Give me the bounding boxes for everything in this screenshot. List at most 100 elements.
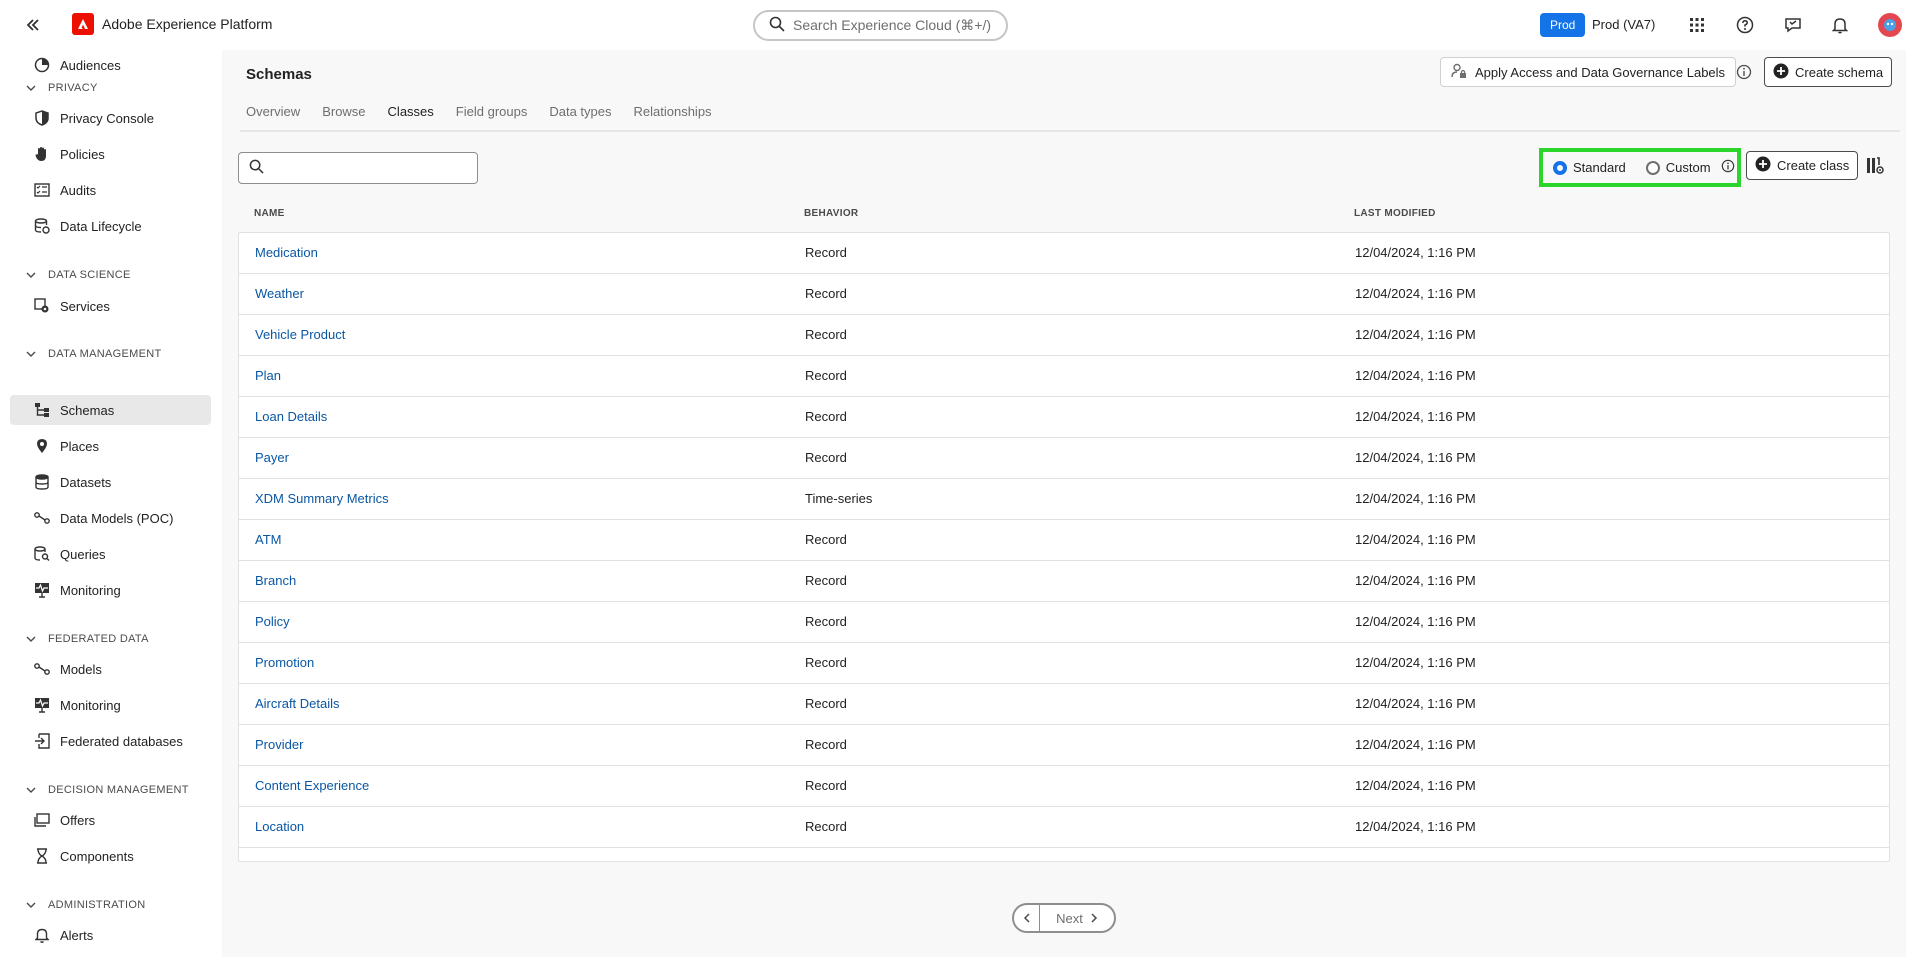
class-name-link[interactable]: ATM — [255, 520, 281, 560]
class-behavior: Record — [805, 286, 847, 301]
apply-labels-button[interactable]: Apply Access and Data Governance Labels — [1440, 57, 1737, 87]
create-class-label: Create class — [1777, 158, 1850, 173]
class-name-link[interactable]: Plan — [255, 356, 281, 396]
sidebar-item-data-models[interactable]: Data Models (POC) — [10, 503, 211, 533]
column-header-behavior[interactable]: BEHAVIOR — [804, 208, 858, 219]
info-icon[interactable] — [1736, 64, 1752, 83]
sidebar-item-label: Services — [60, 298, 110, 314]
sidebar-section-administration[interactable]: ADMINISTRATION — [26, 899, 146, 911]
table-row[interactable]: Loan Details Record 12/04/2024, 1:16 PM — [239, 397, 1889, 438]
class-name-link[interactable]: Location — [255, 807, 304, 847]
help-icon[interactable] — [1734, 14, 1756, 36]
table-row[interactable]: Policy Record 12/04/2024, 1:16 PM — [239, 602, 1889, 643]
class-search-input[interactable] — [272, 154, 477, 182]
sidebar-item-components[interactable]: Components — [10, 841, 211, 871]
sidebar-item-monitoring[interactable]: Monitoring — [10, 575, 211, 605]
env-label[interactable]: Prod (VA7) — [1592, 17, 1655, 32]
sidebar-section-decision-management[interactable]: DECISION MANAGEMENT — [26, 784, 189, 796]
sidebar-item-queries[interactable]: Queries — [10, 539, 211, 569]
table-row[interactable]: Aircraft Details Record 12/04/2024, 1:16 P… — [239, 684, 1889, 725]
class-name-link[interactable]: Provider — [255, 725, 303, 765]
sidebar-item-federated-monitoring[interactable]: Monitoring — [10, 690, 211, 720]
info-icon[interactable] — [1721, 159, 1735, 176]
user-avatar[interactable] — [1878, 13, 1902, 37]
create-schema-button[interactable]: Create schema — [1764, 57, 1893, 87]
column-settings-icon[interactable] — [1866, 157, 1884, 178]
table-row[interactable]: Medication Record 12/04/2024, 1:16 PM — [239, 233, 1889, 274]
sidebar-section-privacy[interactable]: PRIVACY — [26, 82, 98, 94]
sidebar-section-label: PRIVACY — [48, 82, 98, 94]
tab-overview[interactable]: Overview — [246, 104, 300, 132]
class-name-link[interactable]: Policy — [255, 602, 290, 642]
tab-field-groups[interactable]: Field groups — [456, 104, 528, 132]
sidebar-section-federated-data[interactable]: FEDERATED DATA — [26, 633, 149, 645]
class-name-link[interactable]: Loan Details — [255, 397, 327, 437]
collapse-sidebar-icon[interactable] — [22, 14, 44, 36]
table-row[interactable]: Branch Record 12/04/2024, 1:16 PM — [239, 561, 1889, 602]
schema-tabs: Overview Browse Classes Field groups Dat… — [246, 104, 734, 132]
table-row[interactable]: Provider Record 12/04/2024, 1:16 PM — [239, 725, 1889, 766]
class-name-link[interactable]: Branch — [255, 561, 296, 601]
tab-relationships[interactable]: Relationships — [634, 104, 712, 132]
top-bar: Adobe Experience Platform Search Experie… — [0, 0, 1920, 50]
apps-grid-icon[interactable] — [1686, 14, 1708, 36]
tab-classes[interactable]: Classes — [387, 104, 435, 132]
sidebar-item-privacy-console[interactable]: Privacy Console — [10, 103, 211, 133]
column-header-name[interactable]: NAME — [254, 208, 285, 219]
sidebar-item-audiences[interactable]: Audiences — [10, 50, 211, 80]
main-content: Schemas Apply Access and Data Governance… — [222, 50, 1906, 957]
global-search-input[interactable]: Search Experience Cloud (⌘+/) — [753, 10, 1008, 41]
standard-radio-label[interactable]: Standard — [1573, 160, 1626, 175]
sidebar-item-label: Offers — [60, 812, 96, 828]
table-row[interactable]: Payer Record 12/04/2024, 1:16 PM — [239, 438, 1889, 479]
class-search-field[interactable] — [238, 152, 478, 184]
previous-page-button[interactable] — [1014, 905, 1040, 931]
sidebar-item-federated-databases[interactable]: Federated databases — [10, 726, 211, 756]
table-row[interactable]: XDM Summary Metrics Time-series 12/04/2024… — [239, 479, 1889, 520]
create-class-button[interactable]: Create class — [1746, 151, 1859, 180]
table-row[interactable]: Promotion Record 12/04/2024, 1:16 PM — [239, 643, 1889, 684]
table-row[interactable]: Weather Record 12/04/2024, 1:16 PM — [239, 274, 1889, 315]
env-badge[interactable]: Prod — [1540, 13, 1586, 37]
class-behavior: Record — [805, 737, 847, 752]
app-brand[interactable]: Adobe Experience Platform — [72, 13, 272, 35]
sidebar-section-data-science[interactable]: DATA SCIENCE — [26, 269, 131, 281]
sidebar-item-label: Alerts — [60, 927, 94, 943]
class-type-filter: Standard Custom — [1539, 148, 1741, 187]
feedback-icon[interactable] — [1782, 14, 1804, 36]
custom-radio-label[interactable]: Custom — [1666, 160, 1711, 175]
standard-radio[interactable] — [1553, 160, 1567, 175]
table-row[interactable]: Content Experience Record 12/04/2024, 1:16… — [239, 766, 1889, 807]
class-name-link[interactable]: XDM Summary Metrics — [255, 479, 389, 519]
class-name-link[interactable]: Medication — [255, 233, 318, 273]
table-row[interactable]: ATM Record 12/04/2024, 1:16 PM — [239, 520, 1889, 561]
sidebar-item-schemas[interactable]: Schemas — [10, 395, 211, 425]
sidebar-item-datasets[interactable]: Datasets — [10, 467, 211, 497]
table-row[interactable]: Vehicle Product Record 12/04/2024, 1:16 PM — [239, 315, 1889, 356]
sidebar-item-alerts[interactable]: Alerts — [10, 920, 211, 950]
notifications-bell-icon[interactable] — [1829, 14, 1851, 36]
class-name-link[interactable]: Weather — [255, 274, 304, 314]
sidebar-item-offers[interactable]: Offers — [10, 805, 211, 835]
tab-browse[interactable]: Browse — [322, 104, 365, 132]
tab-data-types[interactable]: Data types — [549, 104, 611, 132]
sidebar-item-data-lifecycle[interactable]: Data Lifecycle — [10, 211, 211, 241]
sidebar-item-places[interactable]: Places — [10, 431, 211, 461]
custom-radio[interactable] — [1645, 160, 1660, 175]
class-name-link[interactable]: Vehicle Product — [255, 315, 345, 355]
column-header-last-modified[interactable]: LAST MODIFIED — [1354, 208, 1436, 219]
sidebar-item-audits[interactable]: Audits — [10, 175, 211, 205]
sidebar-section-data-management[interactable]: DATA MANAGEMENT — [26, 348, 162, 360]
table-row[interactable]: Location Record 12/04/2024, 1:16 PM — [239, 807, 1889, 848]
sidebar-item-label: Datasets — [60, 474, 112, 490]
search-icon — [769, 16, 785, 35]
class-name-link[interactable]: Aircraft Details — [255, 684, 340, 724]
sidebar-item-services[interactable]: Services — [10, 291, 211, 321]
class-name-link[interactable]: Payer — [255, 438, 289, 478]
next-page-button[interactable]: Next — [1040, 911, 1114, 926]
class-name-link[interactable]: Content Experience — [255, 766, 369, 806]
sidebar-item-policies[interactable]: Policies — [10, 139, 211, 169]
class-name-link[interactable]: Promotion — [255, 643, 314, 683]
table-row[interactable]: Plan Record 12/04/2024, 1:16 PM — [239, 356, 1889, 397]
sidebar-item-models[interactable]: Models — [10, 654, 211, 684]
